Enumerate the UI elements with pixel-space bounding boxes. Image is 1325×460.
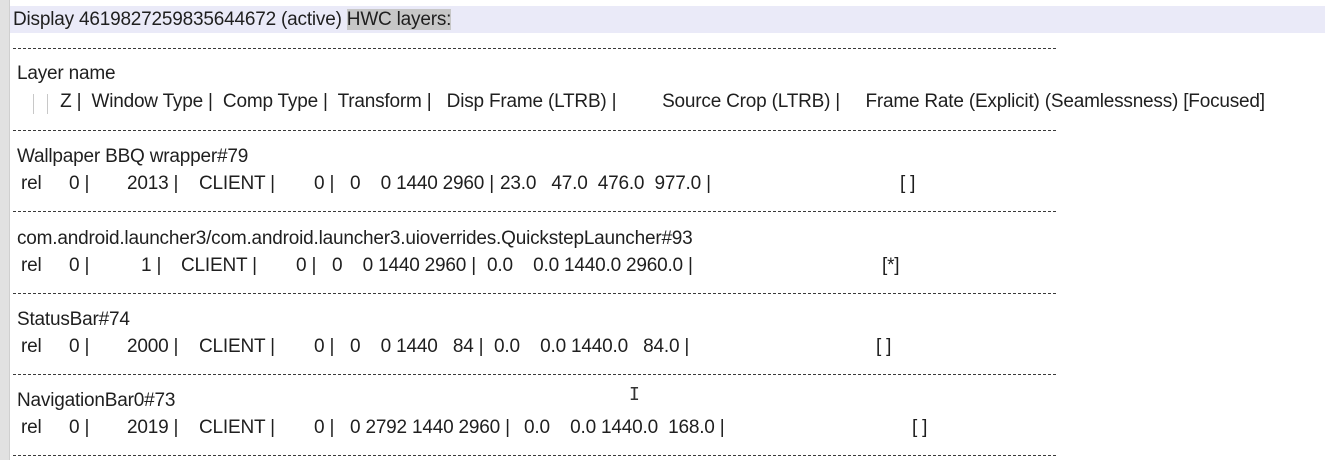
column-header-fields: Z | Window Type | Comp Type | Transform …	[55, 91, 1265, 112]
layer-transform: 0 |	[296, 255, 317, 276]
editor-gutter	[0, 0, 10, 460]
layer-focused: [ ]	[900, 173, 916, 194]
column-header-layer-name: Layer name	[17, 63, 116, 84]
layer-focused: [ ]	[912, 417, 928, 438]
layer-window-type: 1 |	[141, 255, 162, 276]
layer-name: StatusBar#74	[17, 309, 130, 330]
separator-rule	[13, 211, 1056, 212]
layer-source-crop: 0.0 0.0 1440.0 168.0 |	[524, 417, 725, 438]
layer-comp-type: CLIENT |	[199, 417, 275, 438]
layer-z: 0 |	[69, 255, 90, 276]
layer-disp-frame: 0 0 1440 2960 |	[332, 255, 476, 276]
separator-rule	[13, 130, 1056, 131]
layer-name: com.android.launcher3/com.android.launch…	[17, 228, 693, 249]
separator-rule	[13, 48, 1056, 49]
indent-guide	[47, 94, 48, 114]
layer-comp-type: CLIENT |	[181, 255, 257, 276]
layer-transform: 0 |	[314, 336, 335, 357]
layer-z: 0 |	[69, 173, 90, 194]
layer-focused: [ ]	[876, 336, 892, 357]
layer-comp-type: CLIENT |	[199, 173, 275, 194]
layer-rel: rel	[21, 173, 42, 194]
layer-source-crop: 23.0 47.0 476.0 977.0 |	[500, 173, 711, 194]
hwc-layers-selection[interactable]: HWC layers:	[346, 9, 451, 30]
layer-disp-frame: 0 2792 1440 2960 |	[350, 417, 510, 438]
layer-rel: rel	[21, 336, 42, 357]
layer-focused: [*]	[882, 255, 900, 276]
layer-window-type: 2000 |	[127, 336, 179, 357]
display-header: Display 4619827259835644672 (active) HWC…	[13, 8, 451, 32]
layer-source-crop: 0.0 0.0 1440.0 2960.0 |	[487, 255, 693, 276]
layer-disp-frame: 0 0 1440 84 |	[350, 336, 484, 357]
layer-window-type: 2013 |	[127, 173, 179, 194]
layer-rel: rel	[21, 255, 42, 276]
separator-rule	[13, 455, 1056, 456]
layer-name: NavigationBar0#73	[17, 390, 176, 411]
layer-window-type: 2019 |	[127, 417, 179, 438]
layer-rel: rel	[21, 417, 42, 438]
separator-rule	[13, 293, 1056, 294]
separator-rule	[13, 374, 1056, 375]
layer-disp-frame: 0 0 1440 2960 |	[350, 173, 494, 194]
layer-source-crop: 0.0 0.0 1440.0 84.0 |	[494, 336, 690, 357]
layer-name: Wallpaper BBQ wrapper#79	[17, 146, 249, 167]
layer-transform: 0 |	[314, 173, 335, 194]
indent-guide	[33, 94, 34, 114]
layer-comp-type: CLIENT |	[199, 336, 275, 357]
layer-z: 0 |	[69, 417, 90, 438]
layer-transform: 0 |	[314, 417, 335, 438]
layer-z: 0 |	[69, 336, 90, 357]
text-cursor-icon: I	[629, 384, 640, 405]
display-header-label: Display 4619827259835644672 (active)	[13, 9, 347, 30]
